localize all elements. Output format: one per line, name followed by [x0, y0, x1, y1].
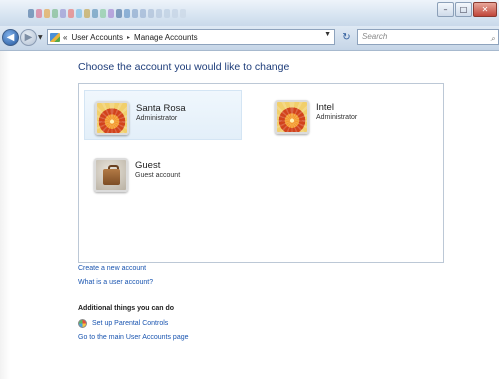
- window-controls: – □ ✕: [436, 2, 497, 17]
- parental-controls-label: Set up Parental Controls: [92, 320, 169, 327]
- accounts-panel: Santa Rosa Administrator Intel Administr…: [78, 83, 444, 263]
- account-name: Guest: [135, 160, 161, 171]
- address-dropdown-icon[interactable]: ▼: [324, 31, 331, 38]
- page-title: Choose the account you would like to cha…: [78, 61, 290, 73]
- address-field[interactable]: « User Accounts ▸ Manage Accounts ▼: [47, 29, 335, 45]
- flower-icon: [275, 100, 309, 134]
- breadcrumb-overflow[interactable]: «: [63, 33, 67, 42]
- account-tile-santa-rosa[interactable]: Santa Rosa Administrator: [84, 90, 242, 140]
- account-role: Guest account: [135, 172, 181, 179]
- account-name: Intel: [316, 102, 334, 113]
- breadcrumb-separator-icon[interactable]: ▸: [127, 34, 130, 41]
- recent-pages-dropdown[interactable]: ▼: [38, 34, 43, 41]
- parental-controls-link[interactable]: Set up Parental Controls: [78, 319, 168, 328]
- additional-tasks-heading: Additional things you can do: [78, 305, 175, 312]
- account-role: Administrator: [136, 115, 178, 122]
- create-account-link[interactable]: Create a new account: [78, 265, 146, 272]
- account-tile-intel[interactable]: Intel Administrator: [270, 90, 428, 140]
- parental-controls-icon: [78, 319, 87, 328]
- search-icon[interactable]: ⌕: [491, 32, 495, 46]
- briefcase-icon: [94, 158, 128, 192]
- breadcrumb-manage-accounts[interactable]: Manage Accounts: [134, 33, 198, 42]
- back-button[interactable]: ◀: [2, 29, 19, 46]
- account-tile-guest[interactable]: Guest Guest account: [84, 148, 242, 198]
- account-name: Santa Rosa: [136, 103, 186, 114]
- minimize-button[interactable]: –: [437, 2, 454, 17]
- blurred-window-title: [28, 9, 186, 18]
- account-role: Administrator: [316, 114, 358, 121]
- forward-button[interactable]: ▶: [20, 29, 37, 46]
- navigation-bar: ◀ ▶ ▼ « User Accounts ▸ Manage Accounts …: [0, 26, 499, 51]
- search-input[interactable]: Search ⌕: [357, 29, 499, 45]
- breadcrumb-user-accounts[interactable]: User Accounts: [71, 33, 123, 42]
- maximize-button[interactable]: □: [455, 2, 472, 17]
- main-content: Choose the account you would like to cha…: [0, 51, 499, 379]
- title-bar: – □ ✕: [0, 0, 499, 26]
- search-placeholder: Search: [362, 32, 388, 41]
- flower-icon: [95, 101, 129, 135]
- what-is-user-account-link[interactable]: What is a user account?: [78, 279, 153, 286]
- refresh-button[interactable]: ↻: [338, 29, 355, 45]
- main-user-accounts-link[interactable]: Go to the main User Accounts page: [78, 334, 189, 341]
- close-button[interactable]: ✕: [473, 2, 497, 17]
- control-panel-icon: [50, 32, 60, 42]
